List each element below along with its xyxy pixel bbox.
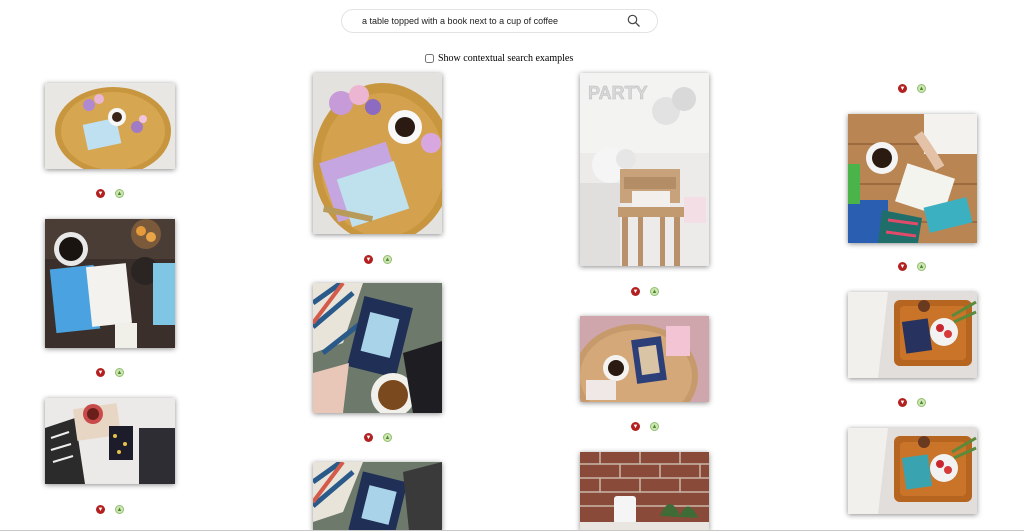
thumbs-up-icon[interactable]: ▲ <box>383 433 392 442</box>
feedback-row: ▼ ▲ <box>631 287 659 296</box>
thumbs-down-icon[interactable]: ▼ <box>96 505 105 514</box>
thumbs-up-icon[interactable]: ▲ <box>650 422 659 431</box>
result-image-10[interactable] <box>313 462 442 531</box>
thumbs-down-icon[interactable]: ▼ <box>631 422 640 431</box>
result-image-8[interactable] <box>848 292 977 378</box>
result-image-1[interactable] <box>45 83 175 169</box>
thumbs-up-icon[interactable]: ▲ <box>115 505 124 514</box>
thumbs-down-icon[interactable]: ▼ <box>364 433 373 442</box>
feedback-row: ▼ ▲ <box>898 84 926 93</box>
result-image-4[interactable] <box>848 114 977 243</box>
thumbs-up-icon[interactable]: ▲ <box>650 287 659 296</box>
thumbs-up-icon[interactable]: ▲ <box>917 262 926 271</box>
result-image-3[interactable]: PARTY <box>580 73 709 266</box>
result-image-2[interactable] <box>313 73 442 234</box>
feedback-row: ▼ ▲ <box>631 422 659 431</box>
feedback-row: ▼ ▲ <box>898 398 926 407</box>
feedback-row: ▼ ▲ <box>364 433 392 442</box>
thumbs-down-icon[interactable]: ▼ <box>364 255 373 264</box>
result-image-11[interactable] <box>580 452 709 531</box>
thumbs-up-icon[interactable]: ▲ <box>917 84 926 93</box>
result-image-7[interactable] <box>580 316 709 402</box>
result-image-9[interactable] <box>45 398 175 484</box>
feedback-row: ▼ ▲ <box>364 255 392 264</box>
thumbs-up-icon[interactable]: ▲ <box>383 255 392 264</box>
thumbs-down-icon[interactable]: ▼ <box>96 368 105 377</box>
feedback-row: ▼ ▲ <box>898 262 926 271</box>
search-input[interactable] <box>362 13 622 29</box>
thumbs-up-icon[interactable]: ▲ <box>115 368 124 377</box>
contextual-examples-checkbox[interactable] <box>425 53 434 63</box>
result-image-12[interactable] <box>848 428 977 514</box>
search-bar <box>341 9 658 33</box>
thumbs-down-icon[interactable]: ▼ <box>898 84 907 93</box>
thumbs-down-icon[interactable]: ▼ <box>96 189 105 198</box>
svg-text:PARTY: PARTY <box>588 83 648 103</box>
thumbs-down-icon[interactable]: ▼ <box>898 398 907 407</box>
result-image-5[interactable] <box>45 219 175 348</box>
feedback-row: ▼ ▲ <box>96 505 124 514</box>
thumbs-down-icon[interactable]: ▼ <box>898 262 907 271</box>
feedback-row: ▼ ▲ <box>96 189 124 198</box>
contextual-examples-label: Show contextual search examples <box>438 52 574 64</box>
contextual-examples-toggle[interactable]: Show contextual search examples <box>425 51 573 65</box>
search-icon[interactable] <box>627 14 641 28</box>
thumbs-down-icon[interactable]: ▼ <box>631 287 640 296</box>
thumbs-up-icon[interactable]: ▲ <box>115 189 124 198</box>
result-image-6[interactable] <box>313 283 442 413</box>
feedback-row: ▼ ▲ <box>96 368 124 377</box>
thumbs-up-icon[interactable]: ▲ <box>917 398 926 407</box>
